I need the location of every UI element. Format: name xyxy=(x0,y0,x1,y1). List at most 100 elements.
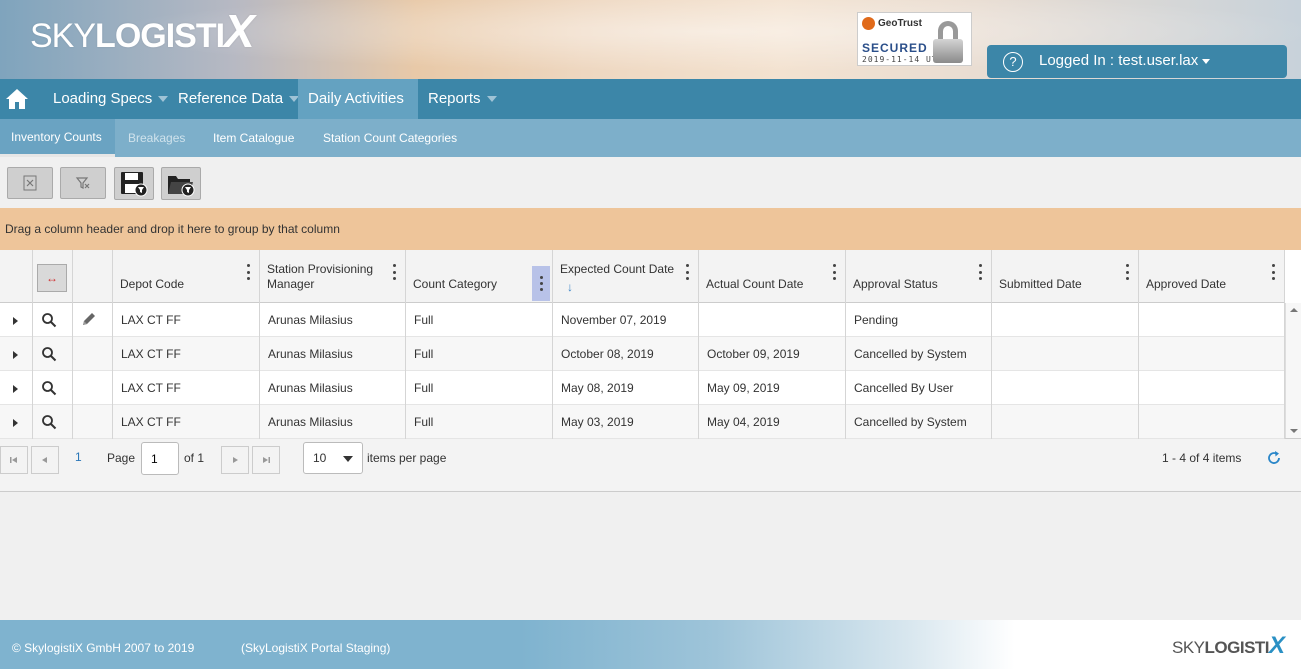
tab-breakages[interactable]: Breakages xyxy=(117,119,196,157)
search-icon[interactable] xyxy=(41,414,57,430)
search-icon[interactable] xyxy=(41,380,57,396)
refresh-icon[interactable] xyxy=(1266,450,1282,466)
header-approval-status[interactable]: Approval Status xyxy=(846,250,992,303)
search-icon[interactable] xyxy=(41,312,57,328)
expand-row-icon[interactable] xyxy=(13,351,18,359)
column-title: Approval Status xyxy=(853,277,938,291)
column-menu-icon[interactable] xyxy=(686,264,690,280)
pager-info: 1 - 4 of 4 items xyxy=(1162,451,1242,465)
geotrust-seal[interactable]: GeoTrust SECURED 2019-11-14 UTC xyxy=(857,12,972,66)
edit-icon[interactable] xyxy=(81,311,97,327)
page-label: Page xyxy=(107,451,136,465)
row-expander-cell[interactable] xyxy=(0,303,33,337)
tab-item-catalogue[interactable]: Item Catalogue xyxy=(202,119,305,157)
search-icon[interactable] xyxy=(41,346,57,362)
grid-scrollbar[interactable] xyxy=(1285,303,1301,438)
cell-depot-code: LAX CT FF xyxy=(113,405,260,439)
cell-count-category: Full xyxy=(406,303,553,337)
cell-submitted-date xyxy=(992,337,1139,371)
row-view-cell xyxy=(33,303,73,337)
clear-filter-button[interactable] xyxy=(60,167,106,199)
cell-expected-count-date: May 03, 2019 xyxy=(553,405,699,439)
header-actual-count-date[interactable]: Actual Count Date xyxy=(699,250,846,303)
row-expander-cell[interactable] xyxy=(0,405,33,439)
header-submitted-date[interactable]: Submitted Date xyxy=(992,250,1139,303)
cell-count-category: Full xyxy=(406,337,553,371)
cell-submitted-date xyxy=(992,303,1139,337)
table-row[interactable]: LAX CT FF Arunas Milasius Full May 08, 2019… xyxy=(0,371,1285,405)
header-expand-col xyxy=(0,250,33,303)
cell-actual-count-date: October 09, 2019 xyxy=(699,337,846,371)
column-menu-icon[interactable] xyxy=(247,264,251,280)
open-filter-button[interactable] xyxy=(161,167,201,200)
save-filter-button[interactable] xyxy=(114,167,154,200)
next-page-button[interactable] xyxy=(221,446,249,474)
scroll-up-icon[interactable] xyxy=(1290,308,1298,312)
cell-approval-status: Cancelled by System xyxy=(846,405,992,439)
user-menu[interactable]: ? Logged In : test.user.lax xyxy=(987,45,1287,78)
header-expected-count-date[interactable]: Expected Count Date ↓ xyxy=(553,250,699,303)
group-drop-area[interactable]: Drag a column header and drop it here to… xyxy=(0,208,1301,250)
cell-approved-date xyxy=(1139,337,1285,371)
home-button[interactable] xyxy=(0,79,34,119)
column-menu-icon[interactable] xyxy=(1272,264,1276,280)
page-size-select[interactable]: 10 xyxy=(303,442,363,474)
last-page-icon xyxy=(263,457,270,463)
cell-expected-count-date: May 08, 2019 xyxy=(553,371,699,405)
nav-daily-activities[interactable]: Daily Activities xyxy=(298,79,418,119)
row-expander-cell[interactable] xyxy=(0,371,33,405)
current-page-link[interactable]: 1 xyxy=(75,450,82,464)
cell-approval-status: Pending xyxy=(846,303,992,337)
header-resize-col: ↔ xyxy=(33,250,73,303)
last-page-button[interactable] xyxy=(252,446,280,474)
column-menu-icon[interactable] xyxy=(979,264,983,280)
clear-filter-icon xyxy=(75,177,90,189)
tab-inventory-counts[interactable]: Inventory Counts xyxy=(0,119,115,157)
tab-station-count-categories[interactable]: Station Count Categories xyxy=(312,119,468,157)
chevron-down-icon xyxy=(158,96,169,103)
table-row[interactable]: LAX CT FF Arunas Milasius Full May 03, 2019… xyxy=(0,405,1285,439)
user-label: Logged In : test.user.lax xyxy=(1039,52,1199,69)
table-row[interactable]: LAX CT FF Arunas Milasius Full October 08, … xyxy=(0,337,1285,371)
cell-count-category: Full xyxy=(406,405,553,439)
first-page-button[interactable] xyxy=(0,446,28,474)
page-input[interactable] xyxy=(141,442,179,475)
app-logo[interactable]: SKYLOGISTIX xyxy=(30,8,255,56)
column-menu-icon[interactable] xyxy=(1126,264,1130,280)
home-icon xyxy=(6,89,28,109)
scroll-down-icon[interactable] xyxy=(1290,429,1298,433)
nav-reports[interactable]: Reports xyxy=(418,79,507,119)
export-excel-button[interactable] xyxy=(7,167,53,199)
column-menu-icon[interactable] xyxy=(532,266,550,301)
user-menu-toggle[interactable]: Logged In : test.user.lax xyxy=(1039,52,1211,69)
expand-row-icon[interactable] xyxy=(13,317,18,325)
cell-actual-count-date xyxy=(699,303,846,337)
header-station-manager[interactable]: Station Provisioning Manager xyxy=(260,250,406,303)
header-count-category[interactable]: Count Category xyxy=(406,250,553,303)
cell-count-category: Full xyxy=(406,371,553,405)
row-edit-cell xyxy=(73,371,113,405)
nav-loading-specs[interactable]: Loading Specs xyxy=(43,79,178,119)
logo-prefix: SKY xyxy=(30,17,96,55)
cell-submitted-date xyxy=(992,371,1139,405)
cell-approved-date xyxy=(1139,303,1285,337)
geotrust-brand: GeoTrust xyxy=(862,17,922,30)
column-title: Submitted Date xyxy=(999,277,1082,291)
cell-expected-count-date: October 08, 2019 xyxy=(553,337,699,371)
resize-columns-button[interactable]: ↔ xyxy=(37,264,67,292)
nav-label: Reference Data xyxy=(178,90,284,107)
table-row[interactable]: LAX CT FF Arunas Milasius Full November 07,… xyxy=(0,303,1285,337)
padlock-icon xyxy=(933,21,963,63)
header-depot-code[interactable]: Depot Code xyxy=(113,250,260,303)
expand-row-icon[interactable] xyxy=(13,419,18,427)
row-expander-cell[interactable] xyxy=(0,337,33,371)
column-menu-icon[interactable] xyxy=(833,264,837,280)
nav-label: Daily Activities xyxy=(308,90,404,107)
sort-descending-icon: ↓ xyxy=(567,280,573,294)
prev-page-button[interactable] xyxy=(31,446,59,474)
expand-row-icon[interactable] xyxy=(13,385,18,393)
nav-reference-data[interactable]: Reference Data xyxy=(168,79,309,119)
column-menu-icon[interactable] xyxy=(393,264,397,280)
help-icon[interactable]: ? xyxy=(1003,52,1023,72)
header-approved-date[interactable]: Approved Date xyxy=(1139,250,1285,303)
